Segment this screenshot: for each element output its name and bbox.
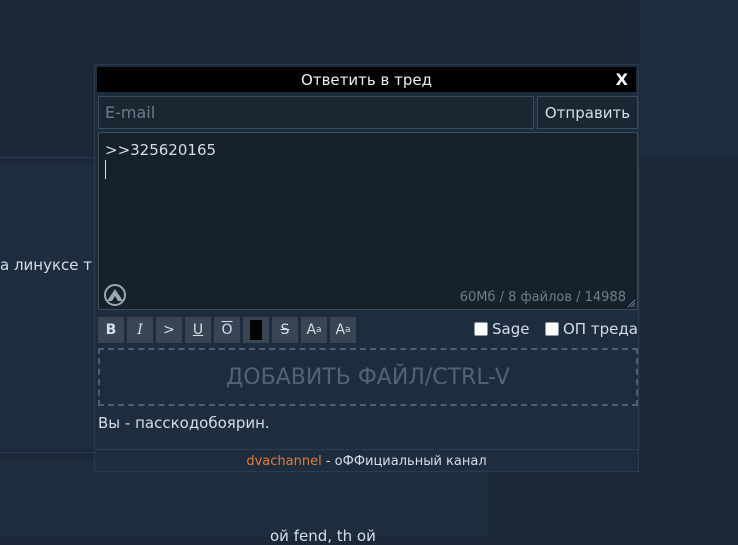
spoiler-button[interactable] bbox=[243, 317, 269, 343]
superscript-small: a bbox=[316, 325, 322, 335]
underline-button[interactable]: U bbox=[185, 317, 211, 343]
sage-checkbox[interactable] bbox=[474, 322, 488, 336]
strike-button[interactable]: S bbox=[272, 317, 298, 343]
close-icon[interactable]: X bbox=[616, 70, 628, 89]
attachment-logo-icon[interactable] bbox=[103, 284, 127, 306]
quote-button[interactable]: > bbox=[156, 317, 182, 343]
message-text: >>325620165 bbox=[105, 141, 217, 159]
file-dropzone[interactable]: ДОБАВИТЬ ФАЙЛ/CTRL-V bbox=[98, 348, 638, 406]
reply-modal: Ответить в тред X Отправить >>325620165 … bbox=[94, 64, 639, 472]
op-label: ОП треда bbox=[563, 320, 638, 338]
channel-link[interactable]: dvachannel bbox=[246, 454, 321, 469]
modal-title: Ответить в тред bbox=[301, 70, 432, 89]
post-text: а линуксе т bbox=[0, 256, 93, 274]
text-caret bbox=[105, 160, 106, 179]
spoiler-swatch-icon bbox=[250, 320, 262, 340]
post-divider bbox=[0, 157, 100, 158]
footer-divider bbox=[95, 449, 638, 450]
upload-limits: 60Мб / 8 файлов / 14988 bbox=[459, 290, 626, 305]
page-background-bottom-right bbox=[488, 472, 738, 537]
overline-button[interactable]: O bbox=[214, 317, 240, 343]
superscript-main: A bbox=[306, 322, 317, 338]
markup-toolbar: B I > U O S Aa Aa bbox=[98, 317, 356, 343]
superscript-button[interactable]: Aa bbox=[301, 317, 327, 343]
sage-label: Sage bbox=[492, 320, 530, 338]
subscript-main: A bbox=[335, 322, 346, 338]
post-block-right bbox=[640, 0, 738, 158]
message-textarea[interactable]: >>325620165 60Мб / 8 файлов / 14988 bbox=[98, 132, 638, 310]
modal-header[interactable]: Ответить в тред X bbox=[97, 67, 636, 92]
op-option[interactable]: ОП треда bbox=[545, 320, 638, 338]
subscript-small: a bbox=[345, 325, 351, 335]
page-background-right bbox=[640, 158, 738, 472]
footer-text: - оФФициальный канал bbox=[321, 454, 487, 469]
email-field[interactable] bbox=[98, 96, 534, 129]
sage-option[interactable]: Sage bbox=[474, 320, 529, 338]
italic-button[interactable]: I bbox=[127, 317, 153, 343]
resize-handle-icon[interactable] bbox=[627, 299, 636, 308]
subscript-button[interactable]: Aa bbox=[330, 317, 356, 343]
post-text: ой fend, th ой bbox=[270, 527, 376, 545]
passcode-status: Вы - пасскодобоярин. bbox=[98, 414, 270, 432]
bold-button[interactable]: B bbox=[98, 317, 124, 343]
send-button[interactable]: Отправить bbox=[537, 96, 638, 129]
op-checkbox[interactable] bbox=[545, 322, 559, 336]
post-divider bbox=[0, 452, 100, 453]
modal-footer: dvachannel - оФФициальный канал bbox=[95, 454, 638, 469]
